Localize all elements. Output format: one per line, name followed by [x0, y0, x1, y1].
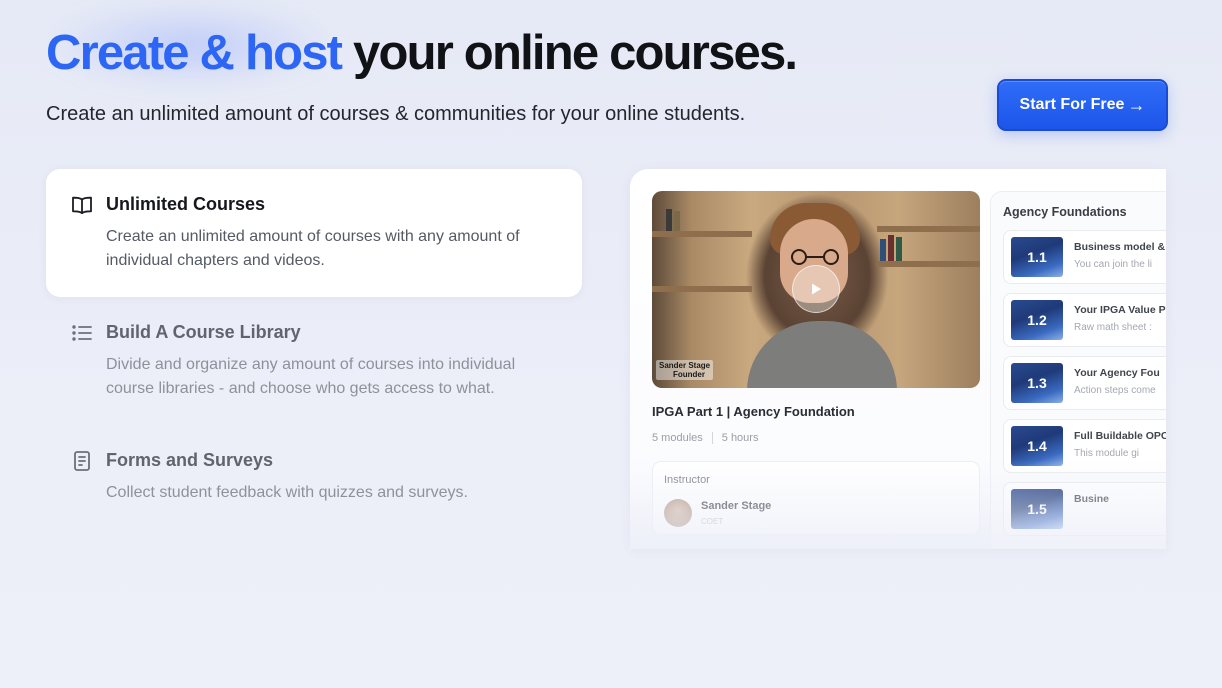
title-accent: Create & host: [46, 26, 343, 80]
module-item[interactable]: 1.4 Full Buildable OPC This module gi: [1003, 419, 1166, 473]
module-subtitle: You can join the li: [1074, 259, 1153, 270]
modules-title: Agency Foundations: [1003, 205, 1127, 219]
avatar: [664, 499, 692, 527]
module-item[interactable]: 1.3 Your Agency Fou Action steps come: [1003, 356, 1166, 410]
feature-description: Create an unlimited amount of courses wi…: [106, 228, 520, 269]
module-thumbnail: 1.1: [1011, 237, 1063, 277]
course-preview-card: Sander Stage Founder IPGA Part 1 | Agenc…: [630, 169, 1166, 549]
meta-divider: [711, 432, 713, 444]
feature-forms-and-surveys[interactable]: Forms and Surveys Collect student feedba…: [46, 425, 582, 525]
list-icon: [70, 321, 94, 345]
course-video-thumbnail[interactable]: Sander Stage Founder: [652, 191, 980, 388]
play-icon: [812, 283, 821, 295]
module-subtitle: Action steps come: [1074, 385, 1156, 396]
feature-build-course-library[interactable]: Build A Course Library Divide and organi…: [46, 297, 582, 425]
module-subtitle: This module gi: [1074, 448, 1140, 459]
module-thumbnail: 1.4: [1011, 426, 1063, 466]
module-name: Your Agency Fou: [1074, 367, 1160, 379]
glasses: [791, 249, 839, 265]
module-thumbnail: 1.2: [1011, 300, 1063, 340]
feature-description: Divide and organize any amount of course…: [106, 356, 516, 397]
module-name: Business model &: [1074, 241, 1166, 253]
instructor-label: Instructor: [664, 474, 710, 486]
course-title: IPGA Part 1 | Agency Foundation: [652, 404, 855, 419]
module-name: Full Buildable OPC: [1074, 430, 1166, 442]
instructor-card: Instructor Sander Stage COET: [652, 461, 980, 535]
feature-title: Build A Course Library: [106, 322, 301, 342]
course-meta: 5 modules 5 hours: [652, 432, 758, 444]
module-item[interactable]: 1.5 Busine: [1003, 482, 1166, 536]
page-subtitle: Create an unlimited amount of courses & …: [46, 103, 746, 125]
feature-title: Forms and Surveys: [106, 450, 274, 470]
module-name: Your IPGA Value P: [1074, 304, 1166, 316]
modules-count: 5 modules: [652, 432, 703, 444]
instructor-role: COET: [701, 517, 724, 526]
cta-label: Start For Free: [1019, 96, 1125, 113]
module-subtitle: Raw math sheet :: [1074, 322, 1152, 333]
caption-name: Sander Stage: [659, 361, 711, 370]
course-duration: 5 hours: [721, 432, 759, 444]
module-thumbnail: 1.3: [1011, 363, 1063, 403]
module-item[interactable]: 1.1 Business model & You can join the li: [1003, 230, 1166, 284]
instructor-name: Sander Stage: [701, 500, 772, 512]
arrow-right-icon: →: [1127, 95, 1146, 115]
module-name: Busine: [1074, 493, 1110, 505]
module-thumbnail: 1.5: [1011, 489, 1063, 529]
modules-panel: Agency Foundations 1.1 Business model & …: [990, 191, 1166, 549]
video-caption: Sander Stage Founder: [656, 360, 714, 380]
module-item[interactable]: 1.2 Your IPGA Value P Raw math sheet :: [1003, 293, 1166, 347]
start-for-free-button[interactable]: Start For Free →: [997, 79, 1168, 131]
play-button[interactable]: [792, 265, 840, 313]
page-title: Create & host your online courses.: [46, 22, 798, 84]
presenter-body: [747, 321, 897, 388]
feature-unlimited-courses[interactable]: Unlimited Courses Create an unlimited am…: [46, 169, 582, 297]
feature-title: Unlimited Courses: [106, 194, 266, 214]
book-open-icon: [70, 193, 94, 217]
caption-role: Founder: [673, 370, 705, 379]
title-rest: your online courses.: [353, 26, 798, 80]
feature-description: Collect student feedback with quizzes an…: [106, 484, 468, 501]
document-icon: [70, 449, 94, 473]
